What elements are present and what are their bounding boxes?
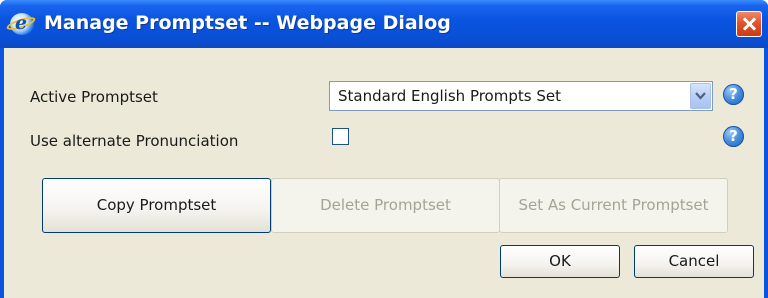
active-promptset-value: Standard English Prompts Set	[338, 87, 561, 105]
ie-icon: e	[5, 12, 37, 35]
title-bar[interactable]: e Manage Promptset -- Webpage Dialog	[0, 0, 768, 48]
window-title: Manage Promptset -- Webpage Dialog	[44, 12, 451, 34]
help-icon[interactable]: ?	[723, 84, 744, 105]
set-current-promptset-button[interactable]: Set As Current Promptset	[499, 178, 728, 233]
dialog-window: e Manage Promptset -- Webpage Dialog Act…	[0, 0, 768, 298]
copy-promptset-button[interactable]: Copy Promptset	[42, 178, 271, 233]
active-promptset-select[interactable]: Standard English Prompts Set	[329, 81, 713, 111]
help-icon[interactable]: ?	[723, 126, 744, 147]
ok-button[interactable]: OK	[500, 245, 620, 278]
cancel-button[interactable]: Cancel	[634, 245, 754, 278]
alternate-pronunciation-label: Use alternate Pronunciation	[30, 132, 239, 150]
dialog-body: Active Promptset Standard English Prompt…	[4, 48, 764, 298]
delete-promptset-button[interactable]: Delete Promptset	[271, 178, 500, 233]
alternate-pronunciation-checkbox[interactable]	[332, 128, 349, 145]
close-icon[interactable]	[736, 11, 762, 37]
chevron-down-icon[interactable]	[690, 83, 711, 109]
active-promptset-label: Active Promptset	[30, 88, 158, 106]
